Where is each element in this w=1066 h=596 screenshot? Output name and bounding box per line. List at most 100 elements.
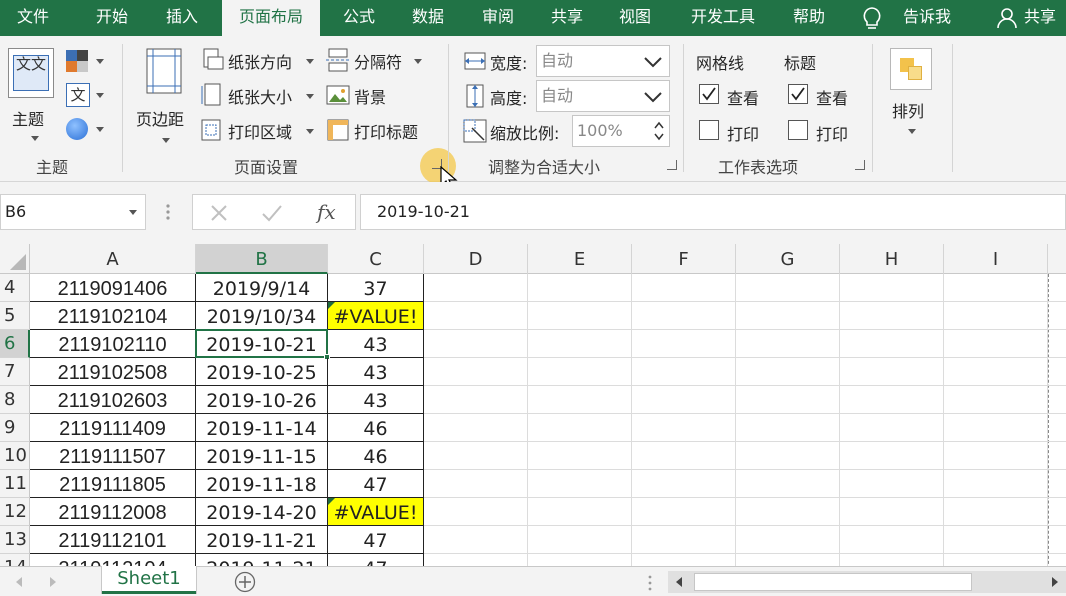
headings-print-checkbox[interactable]	[788, 120, 808, 140]
cell-c6[interactable]: 43	[328, 330, 424, 358]
tab-file[interactable]: 文件	[6, 0, 60, 36]
scale-dialog-launcher[interactable]	[667, 160, 677, 170]
headings-view-checkbox[interactable]	[788, 84, 808, 104]
person-icon[interactable]	[996, 6, 1020, 30]
insert-function-button[interactable]: fx	[317, 195, 336, 229]
row-header-5[interactable]: 5	[0, 302, 30, 330]
column-header-c[interactable]: C	[328, 244, 424, 274]
share-button[interactable]: 共享	[1024, 0, 1066, 36]
row-header-12[interactable]: 12	[0, 498, 30, 526]
theme-effects-button[interactable]	[66, 116, 106, 142]
gridlines-print-checkbox[interactable]	[699, 120, 719, 140]
cell-a9[interactable]: 2119111409	[30, 414, 196, 442]
column-header-f[interactable]: F	[632, 244, 736, 274]
cell-a6[interactable]: 2119102110	[30, 330, 196, 358]
cancel-icon[interactable]	[209, 203, 229, 223]
column-header-d[interactable]: D	[424, 244, 528, 274]
row-header-14[interactable]: 14	[0, 554, 30, 566]
scroll-right-arrow-icon[interactable]	[1050, 576, 1060, 588]
background-button[interactable]: 背景	[326, 81, 426, 109]
cell-c4[interactable]: 37	[328, 274, 424, 302]
theme-fonts-button[interactable]: 文	[66, 82, 106, 108]
themes-button[interactable]: 文文 主题	[6, 44, 56, 144]
cell-c5[interactable]: #VALUE!	[328, 302, 424, 330]
size-button[interactable]: 纸张大小	[200, 81, 320, 109]
cell-a14[interactable]: 2119112104	[30, 554, 196, 566]
gridlines-view-checkbox[interactable]	[699, 84, 719, 104]
cell-a13[interactable]: 2119112101	[30, 526, 196, 554]
print-area-button[interactable]: 打印区域	[200, 116, 320, 144]
cell-b14[interactable]: 2019-11-21	[196, 554, 328, 566]
tab-developer[interactable]: 开发工具	[676, 0, 770, 36]
column-header-g[interactable]: G	[736, 244, 840, 274]
cell-c12[interactable]: #VALUE!	[328, 498, 424, 526]
cell-a7[interactable]: 2119102508	[30, 358, 196, 386]
add-sheet-icon[interactable]	[234, 571, 256, 593]
row-header-11[interactable]: 11	[0, 470, 30, 498]
row-header-9[interactable]: 9	[0, 414, 30, 442]
cell-b10[interactable]: 2019-11-15	[196, 442, 328, 470]
theme-colors-button[interactable]	[66, 48, 106, 74]
cell-b6[interactable]: 2019-10-21	[196, 330, 328, 358]
cell-b5[interactable]: 2019/10/34	[196, 302, 328, 330]
tab-share[interactable]: 共享	[538, 0, 596, 36]
column-header-h[interactable]: H	[840, 244, 944, 274]
tab-formulas[interactable]: 公式	[330, 0, 388, 36]
tab-data[interactable]: 数据	[398, 0, 458, 36]
tab-insert[interactable]: 插入	[152, 0, 212, 36]
lightbulb-icon[interactable]	[858, 4, 886, 32]
width-dropdown[interactable]: 自动	[536, 45, 670, 77]
cell-b9[interactable]: 2019-11-14	[196, 414, 328, 442]
cell-b4[interactable]: 2019/9/14	[196, 274, 328, 302]
cell-a4[interactable]: 2119091406	[30, 274, 196, 302]
row-header-7[interactable]: 7	[0, 358, 30, 386]
tab-review[interactable]: 审阅	[468, 0, 528, 36]
cell-b11[interactable]: 2019-11-18	[196, 470, 328, 498]
column-header-a[interactable]: A	[30, 244, 196, 274]
cell-b13[interactable]: 2019-11-21	[196, 526, 328, 554]
tab-view[interactable]: 视图	[606, 0, 664, 36]
column-header-e[interactable]: E	[528, 244, 632, 274]
column-header-b[interactable]: B	[196, 244, 328, 274]
cell-b7[interactable]: 2019-10-25	[196, 358, 328, 386]
scroll-right-icon[interactable]	[48, 575, 58, 589]
cell-c9[interactable]: 46	[328, 414, 424, 442]
sheet-tab-sheet1[interactable]: Sheet1	[102, 566, 196, 594]
cell-a8[interactable]: 2119102603	[30, 386, 196, 414]
margins-button[interactable]: 页边距	[132, 44, 198, 144]
tab-page-layout[interactable]: 页面布局	[222, 0, 320, 36]
row-header-10[interactable]: 10	[0, 442, 30, 470]
cell-a11[interactable]: 2119111805	[30, 470, 196, 498]
row-header-13[interactable]: 13	[0, 526, 30, 554]
scale-spinner[interactable]: 100%	[572, 115, 670, 147]
cell-b12[interactable]: 2019-14-20	[196, 498, 328, 526]
spinner-arrows-icon[interactable]	[653, 120, 665, 142]
sheet-options-dialog-launcher[interactable]	[855, 160, 865, 170]
row-header-6[interactable]: 6	[0, 330, 30, 358]
drag-handle-icon[interactable]	[162, 202, 174, 222]
row-header-8[interactable]: 8	[0, 386, 30, 414]
splitter-handle-icon[interactable]	[646, 573, 654, 593]
print-titles-button[interactable]: 打印标题	[326, 116, 430, 144]
name-box[interactable]: B6	[0, 194, 146, 230]
select-all-corner[interactable]	[0, 244, 30, 274]
tab-home[interactable]: 开始	[82, 0, 142, 36]
cell-c11[interactable]: 47	[328, 470, 424, 498]
cell-c10[interactable]: 46	[328, 442, 424, 470]
cell-c8[interactable]: 43	[328, 386, 424, 414]
cell-a10[interactable]: 2119111507	[30, 442, 196, 470]
height-dropdown[interactable]: 自动	[536, 80, 670, 112]
scroll-left-icon[interactable]	[14, 575, 24, 589]
arrange-button[interactable]: 排列	[886, 44, 938, 144]
scroll-left-arrow-icon[interactable]	[674, 576, 684, 588]
tab-help[interactable]: 帮助	[780, 0, 838, 36]
cell-a12[interactable]: 2119112008	[30, 498, 196, 526]
row-header-4[interactable]: 4	[0, 274, 30, 302]
column-header-i[interactable]: I	[944, 244, 1048, 274]
cell-a5[interactable]: 2119102104	[30, 302, 196, 330]
cell-b8[interactable]: 2019-10-26	[196, 386, 328, 414]
breaks-button[interactable]: 分隔符	[326, 46, 426, 74]
cell-c14[interactable]: 47	[328, 554, 424, 566]
orientation-button[interactable]: 纸张方向	[200, 46, 320, 74]
horizontal-scrollbar[interactable]	[668, 571, 1066, 593]
